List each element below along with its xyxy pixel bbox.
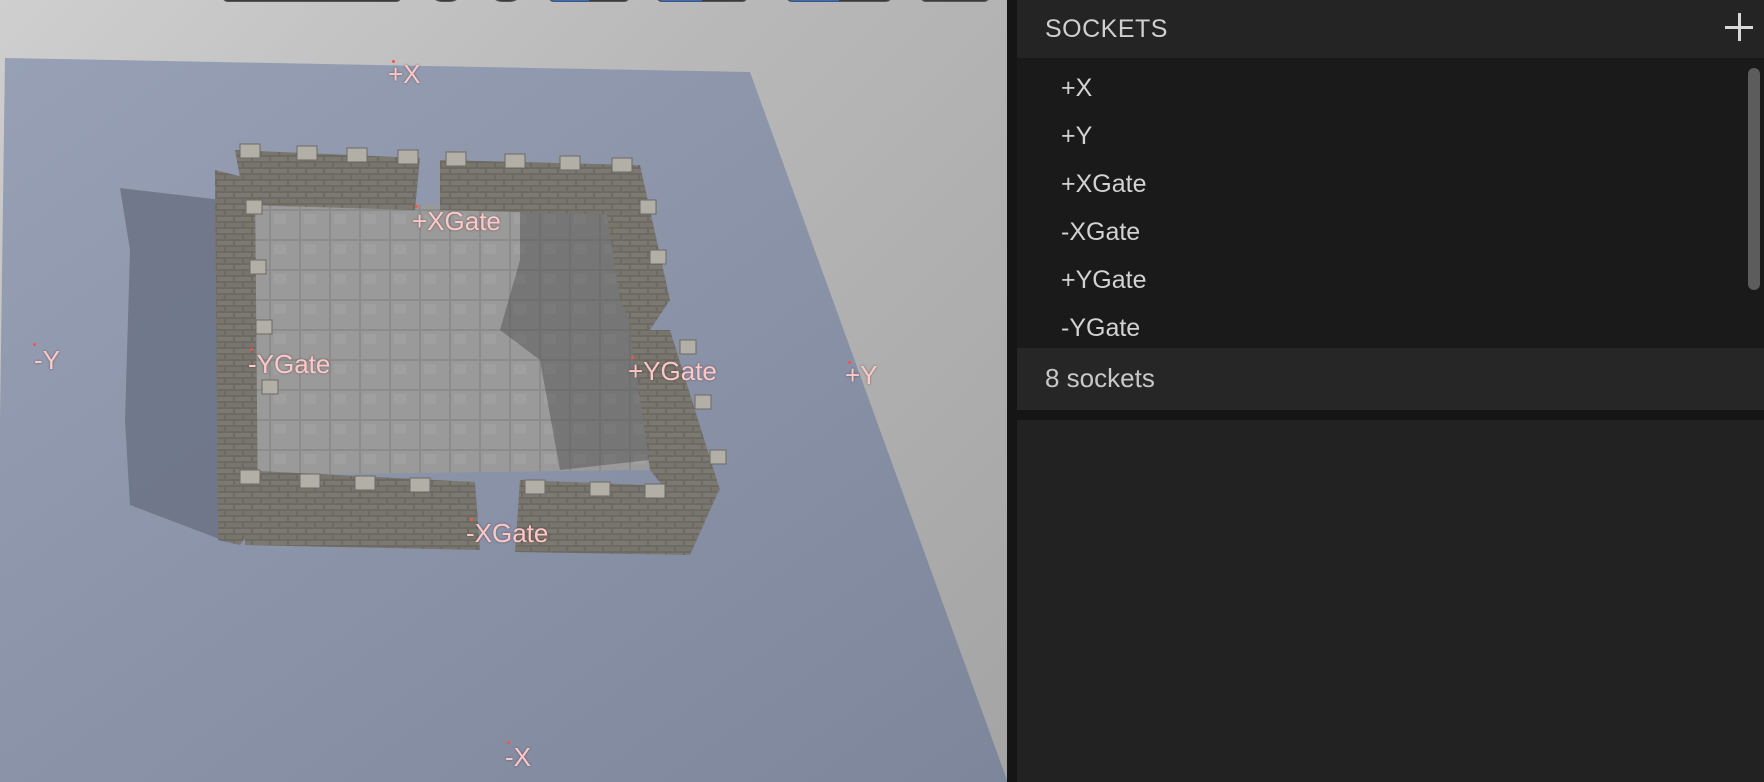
sockets-panel: SOCKETS +X +Y +XGate -XGate +YGate -YGat… (1017, 0, 1764, 782)
socket-list-item[interactable]: -XGate (1017, 208, 1737, 256)
panel-splitter[interactable] (1007, 0, 1017, 782)
socket-list-item[interactable]: -YGate (1017, 304, 1737, 348)
socket-list-item[interactable]: +X (1017, 64, 1737, 112)
socket-list-item[interactable]: +YGate (1017, 256, 1737, 304)
socket-label-plus-xgate[interactable]: +XGate (412, 208, 501, 234)
socket-name: -YGate (1061, 314, 1141, 342)
socket-label-minus-y[interactable]: -Y (34, 347, 60, 373)
socket-name: -XGate (1061, 218, 1141, 246)
panel-title: SOCKETS (1045, 15, 1168, 43)
socket-name: +X (1061, 74, 1093, 102)
socket-name: +XGate (1061, 170, 1147, 198)
socket-label-plus-y[interactable]: +Y (845, 362, 878, 388)
viewport-toolbar-dropdown[interactable] (222, 0, 402, 2)
socket-list[interactable]: +X +Y +XGate -XGate +YGate -YGate (1017, 58, 1764, 348)
viewport-toolbar-toggle[interactable] (548, 0, 630, 2)
socket-label-minus-xgate[interactable]: -XGate (466, 520, 548, 546)
viewport-toolbar-toggle[interactable] (786, 0, 892, 2)
socket-label-plus-ygate[interactable]: +YGate (628, 358, 717, 384)
viewport-toolbar-toggle[interactable] (656, 0, 748, 2)
socket-count: 8 sockets (1045, 363, 1155, 393)
scene-render (0, 58, 1007, 782)
socket-count-footer: 8 sockets (1017, 348, 1764, 410)
socket-label-minus-x[interactable]: -X (505, 744, 531, 770)
socket-list-item[interactable]: +XGate (1017, 160, 1737, 208)
socket-name: +YGate (1061, 266, 1147, 294)
socket-name: +Y (1061, 122, 1093, 150)
castle-shadow (120, 188, 222, 540)
list-scrollbar[interactable] (1748, 68, 1760, 290)
details-area (1017, 420, 1764, 782)
socket-label-minus-ygate[interactable]: -YGate (248, 351, 330, 377)
divider (1017, 410, 1764, 420)
socket-label-plus-x[interactable]: +X (388, 61, 421, 87)
panel-header: SOCKETS (1017, 0, 1764, 58)
socket-list-item[interactable]: +Y (1017, 112, 1737, 160)
3d-viewport[interactable]: +X +XGate -Y -YGate +YGate +Y -XGate -X (0, 0, 1007, 782)
viewport-toolbar-button[interactable] (920, 0, 990, 2)
wall-north-left (235, 150, 420, 210)
add-socket-button[interactable] (1722, 10, 1756, 44)
